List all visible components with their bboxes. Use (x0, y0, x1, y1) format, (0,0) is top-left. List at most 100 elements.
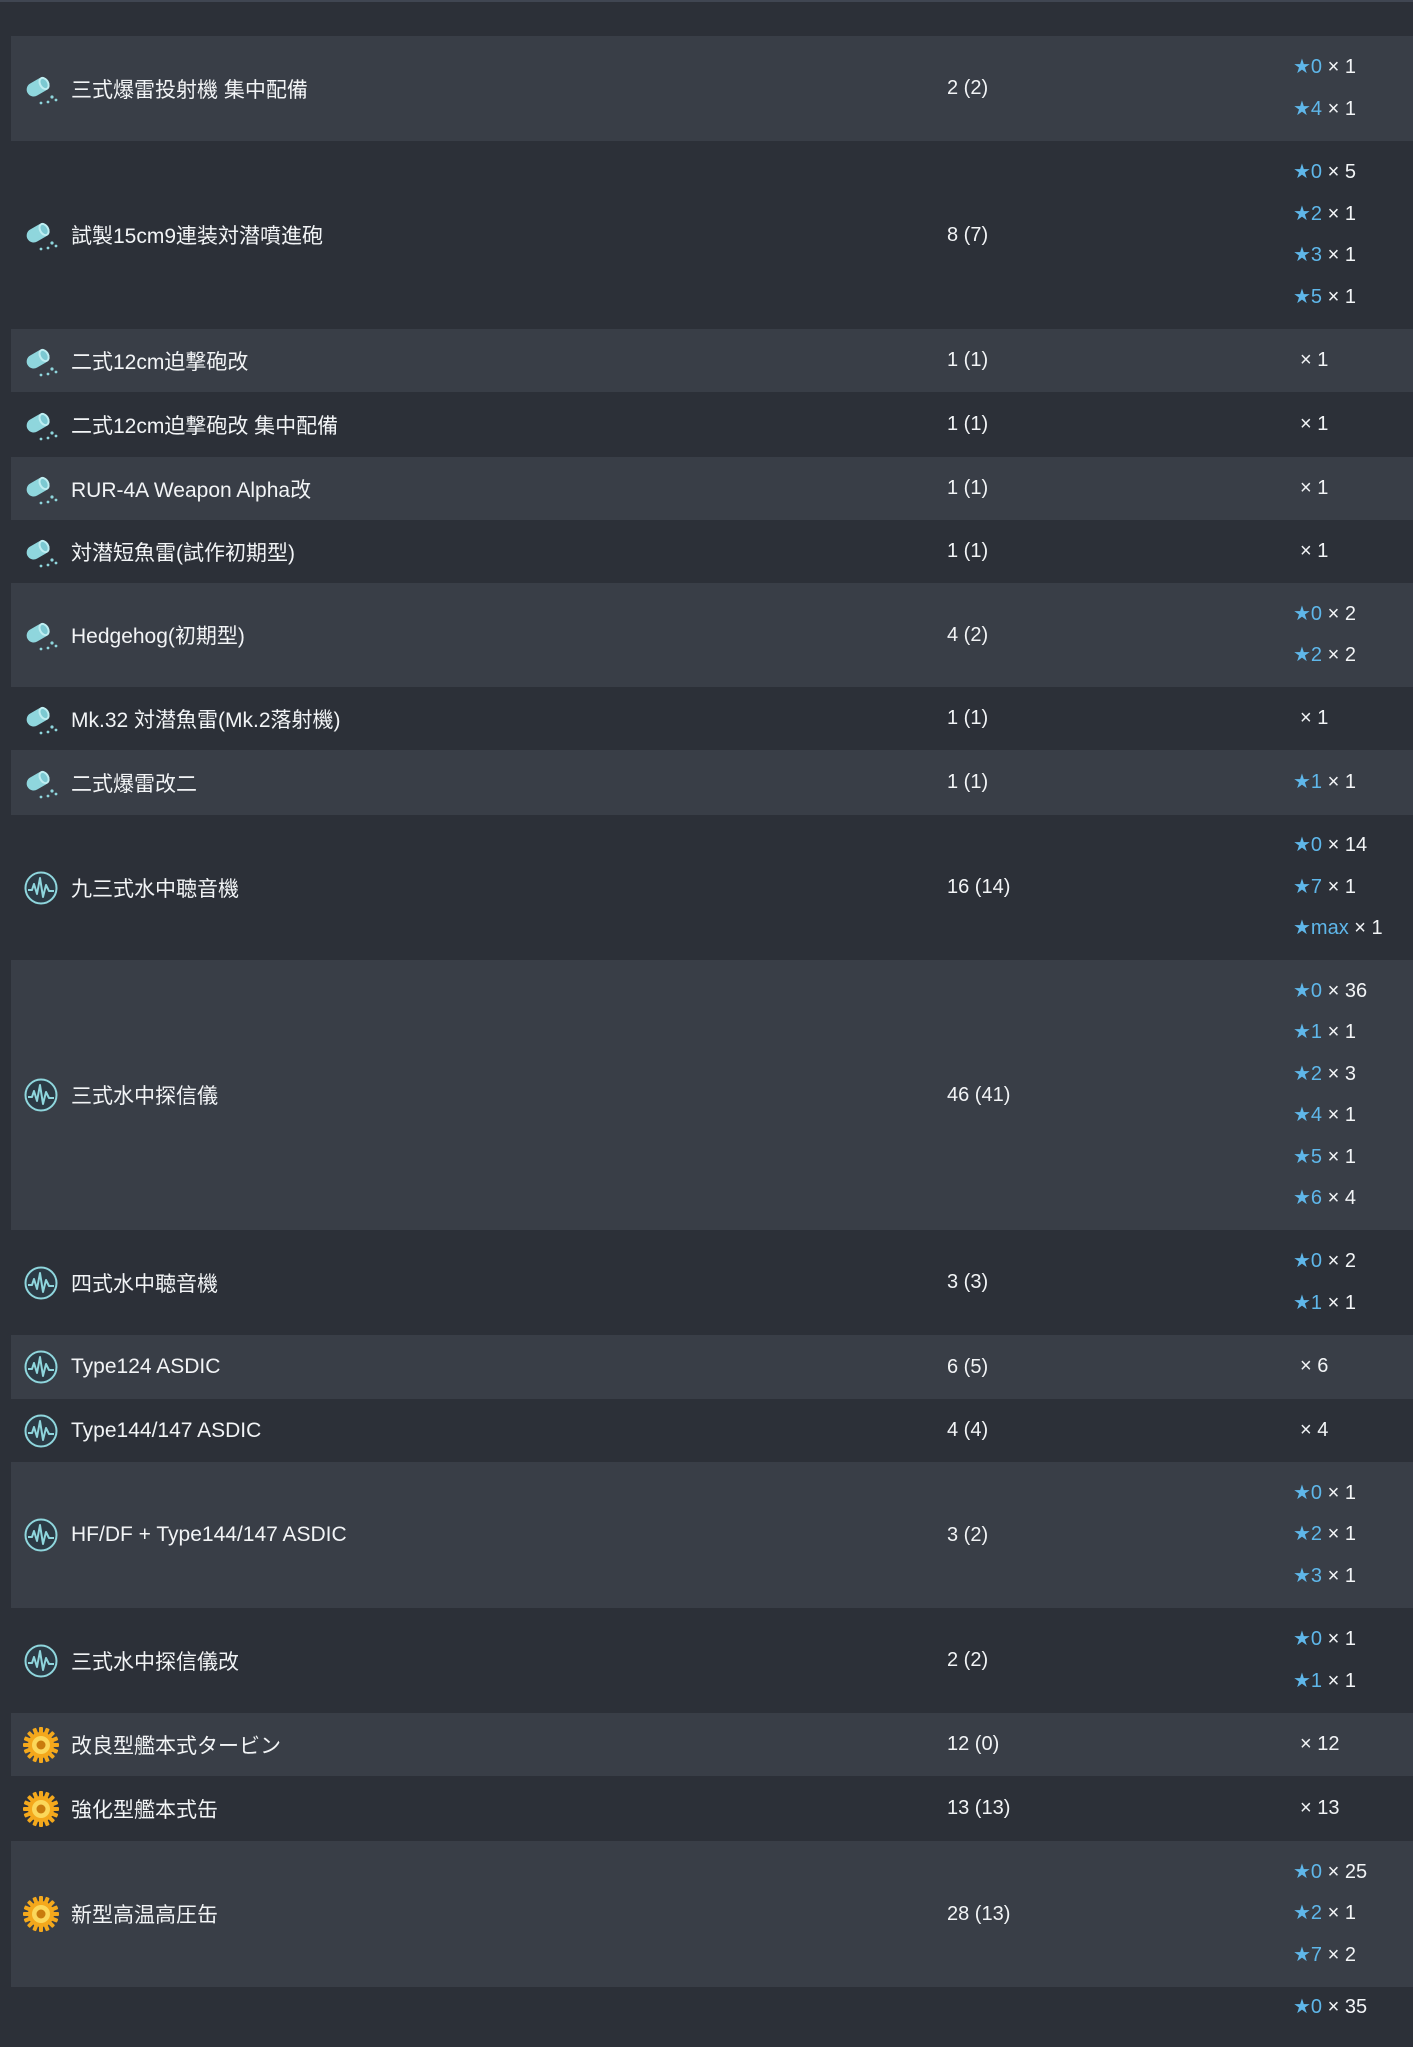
improvement-entry: ★2 × 1 (1293, 194, 1356, 236)
improvement-list: × 1 (1300, 457, 1328, 520)
table-row[interactable]: 二式爆雷改二 1 (1) ★1 × 1 (11, 750, 1413, 815)
improvement-entry: × 13 (1300, 1788, 1339, 1830)
equipment-count: 46 (41) (947, 1083, 1011, 1106)
depth-charge-icon (21, 69, 61, 109)
equipment-count: 8 (7) (947, 223, 989, 246)
star-quantity: × 13 (1300, 1796, 1340, 1819)
sonar-icon (21, 1075, 61, 1115)
improvement-entry: ★6 × 4 (1293, 1178, 1367, 1220)
star-quantity: × 1 (1327, 97, 1356, 120)
table-row[interactable]: 二式12cm迫撃砲改 集中配備 1 (1) × 1 (11, 392, 1413, 457)
table-row[interactable]: Mk.32 対潜魚雷(Mk.2落射機) 1 (1) × 1 (11, 687, 1413, 750)
improvement-entry: ★0 × 35 (1293, 1987, 1367, 2029)
table-row[interactable]: 三式爆雷投射機 集中配備 2 (2) ★0 × 1 ★4 × 1 (11, 36, 1413, 141)
equipment-count: 4 (4) (947, 1419, 989, 1441)
improvement-list: ★0 × 14 ★7 × 1 ★max × 1 (1293, 815, 1383, 960)
improvement-list: ★0 × 2 ★2 × 2 (1293, 583, 1356, 687)
engine-icon (21, 1789, 61, 1829)
table-row[interactable]: Type124 ASDIC 6 (5) × 6 (11, 1335, 1413, 1399)
table-row[interactable]: 対潜短魚雷(試作初期型) 1 (1) × 1 (11, 520, 1413, 583)
equipment-name: 二式12cm迫撃砲改 (71, 350, 249, 374)
table-row[interactable]: 新型高温高圧缶 28 (13) ★0 × 25 ★2 × 1 ★7 × 2 (11, 1841, 1413, 1987)
improvement-entry: ★0 × 2 (1293, 594, 1356, 636)
star-level: ★2 (1293, 202, 1323, 225)
sonar-icon (21, 1411, 61, 1451)
star-level: ★0 (1293, 1250, 1323, 1272)
table-row[interactable]: 九三式水中聴音機 16 (14) ★0 × 14 ★7 × 1 ★max × 1 (11, 815, 1413, 960)
improvement-list: ★1 × 1 (1293, 750, 1356, 815)
star-level: ★0 (1293, 1481, 1323, 1504)
star-quantity: × 1 (1327, 56, 1356, 78)
sonar-icon (21, 1641, 61, 1681)
improvement-entry: ★0 × 1 (1293, 1473, 1356, 1515)
equipment-count: 1 (1) (947, 771, 989, 793)
table-row[interactable]: 二式12cm迫撃砲改 1 (1) × 1 (11, 329, 1413, 392)
equipment-count: 13 (13) (947, 1797, 1011, 1819)
improvement-entry: × 1 (1300, 340, 1328, 382)
star-level: ★3 (1293, 1564, 1323, 1587)
star-quantity: × 2 (1327, 1250, 1356, 1272)
table-row[interactable]: HF/DF + Type144/147 ASDIC 3 (2) ★0 × 1 ★… (11, 1462, 1413, 1608)
table-row[interactable]: Type144/147 ASDIC 4 (4) × 4 (11, 1399, 1413, 1462)
table-row[interactable]: 強化型艦本式缶 13 (13) × 13 (11, 1776, 1413, 1841)
improvement-entry: ★5 × 1 (1293, 277, 1356, 319)
depth-charge-icon (21, 615, 61, 655)
star-level: ★7 (1293, 875, 1323, 898)
equipment-name: 九三式水中聴音機 (71, 877, 239, 901)
improvement-list: ★0 × 36 ★1 × 1 ★2 × 3 ★4 × 1 ★5 × 1 ★6 ×… (1293, 960, 1367, 1230)
improvement-list: × 12 (1300, 1713, 1339, 1776)
improvement-list: × 1 (1300, 329, 1328, 392)
table-row[interactable]: ★0 × 35 (11, 1987, 1413, 2047)
equipment-count: 1 (1) (947, 477, 989, 499)
star-level: ★0 (1293, 56, 1323, 78)
star-quantity: × 1 (1327, 1669, 1356, 1692)
table-row[interactable]: 四式水中聴音機 3 (3) ★0 × 2 ★1 × 1 (11, 1230, 1413, 1335)
improvement-list: ★0 × 1 ★2 × 1 ★3 × 1 (1293, 1462, 1356, 1608)
table-row[interactable]: Hedgehog(初期型) 4 (2) ★0 × 2 ★2 × 2 (11, 583, 1413, 687)
table-row[interactable]: 改良型艦本式タービン 12 (0) × 12 (11, 1713, 1413, 1776)
improvement-entry: × 1 (1300, 404, 1328, 446)
table-row[interactable]: 三式水中探信儀改 2 (2) ★0 × 1 ★1 × 1 (11, 1608, 1413, 1713)
star-level: ★0 (1293, 834, 1323, 857)
improvement-entry: ★5 × 1 (1293, 1137, 1367, 1179)
table-row[interactable]: 三式水中探信儀 46 (41) ★0 × 36 ★1 × 1 ★2 × 3 ★4… (11, 960, 1413, 1230)
improvement-entry: × 1 (1300, 468, 1328, 510)
improvement-entry: × 1 (1300, 531, 1328, 573)
improvement-entry: ★7 × 1 (1293, 867, 1383, 909)
star-level: ★2 (1293, 1523, 1323, 1546)
table-row[interactable]: 試製15cm9連装対潜噴進砲 8 (7) ★0 × 5 ★2 × 1 ★3 × … (11, 141, 1413, 329)
equipment-count: 1 (1) (947, 349, 989, 371)
engine-icon (21, 1894, 61, 1934)
improvement-entry: ★1 × 1 (1293, 762, 1356, 804)
star-quantity: × 4 (1327, 1187, 1356, 1209)
improvement-entry: ★1 × 1 (1293, 1012, 1367, 1054)
improvement-entry: ★3 × 1 (1293, 235, 1356, 277)
star-level: ★6 (1293, 1187, 1323, 1209)
improvement-entry: ★2 × 2 (1293, 635, 1356, 677)
star-level: ★2 (1293, 1062, 1323, 1085)
sonar-icon (21, 1347, 61, 1387)
table-row[interactable]: RUR-4A Weapon Alpha改 1 (1) × 1 (11, 457, 1413, 520)
star-quantity: × 35 (1327, 1996, 1368, 2018)
star-quantity: × 1 (1327, 1291, 1356, 1314)
improvement-entry: ★3 × 1 (1293, 1556, 1356, 1598)
equipment-count: 6 (5) (947, 1355, 989, 1378)
equipment-name: Mk.32 対潜魚雷(Mk.2落射機) (71, 708, 341, 732)
star-level: ★1 (1293, 1291, 1323, 1314)
star-level: ★2 (1293, 1902, 1323, 1925)
improvement-entry: ★0 × 14 (1293, 825, 1383, 867)
star-level: ★5 (1293, 285, 1323, 308)
star-level: ★7 (1293, 1943, 1323, 1966)
improvement-list: × 1 (1300, 392, 1328, 457)
equipment-name: 改良型艦本式タービン (71, 1734, 281, 1758)
star-quantity: × 1 (1300, 539, 1329, 562)
star-quantity: × 1 (1327, 1145, 1356, 1168)
improvement-entry: × 1 (1300, 698, 1328, 740)
star-level: ★4 (1293, 97, 1323, 120)
star-level: ★0 (1293, 602, 1323, 625)
star-quantity: × 3 (1327, 1062, 1356, 1085)
star-level: ★3 (1293, 244, 1323, 266)
equipment-count: 16 (14) (947, 876, 1011, 898)
top-bar (0, 0, 1413, 36)
improvement-entry: ★max × 1 (1293, 908, 1383, 950)
